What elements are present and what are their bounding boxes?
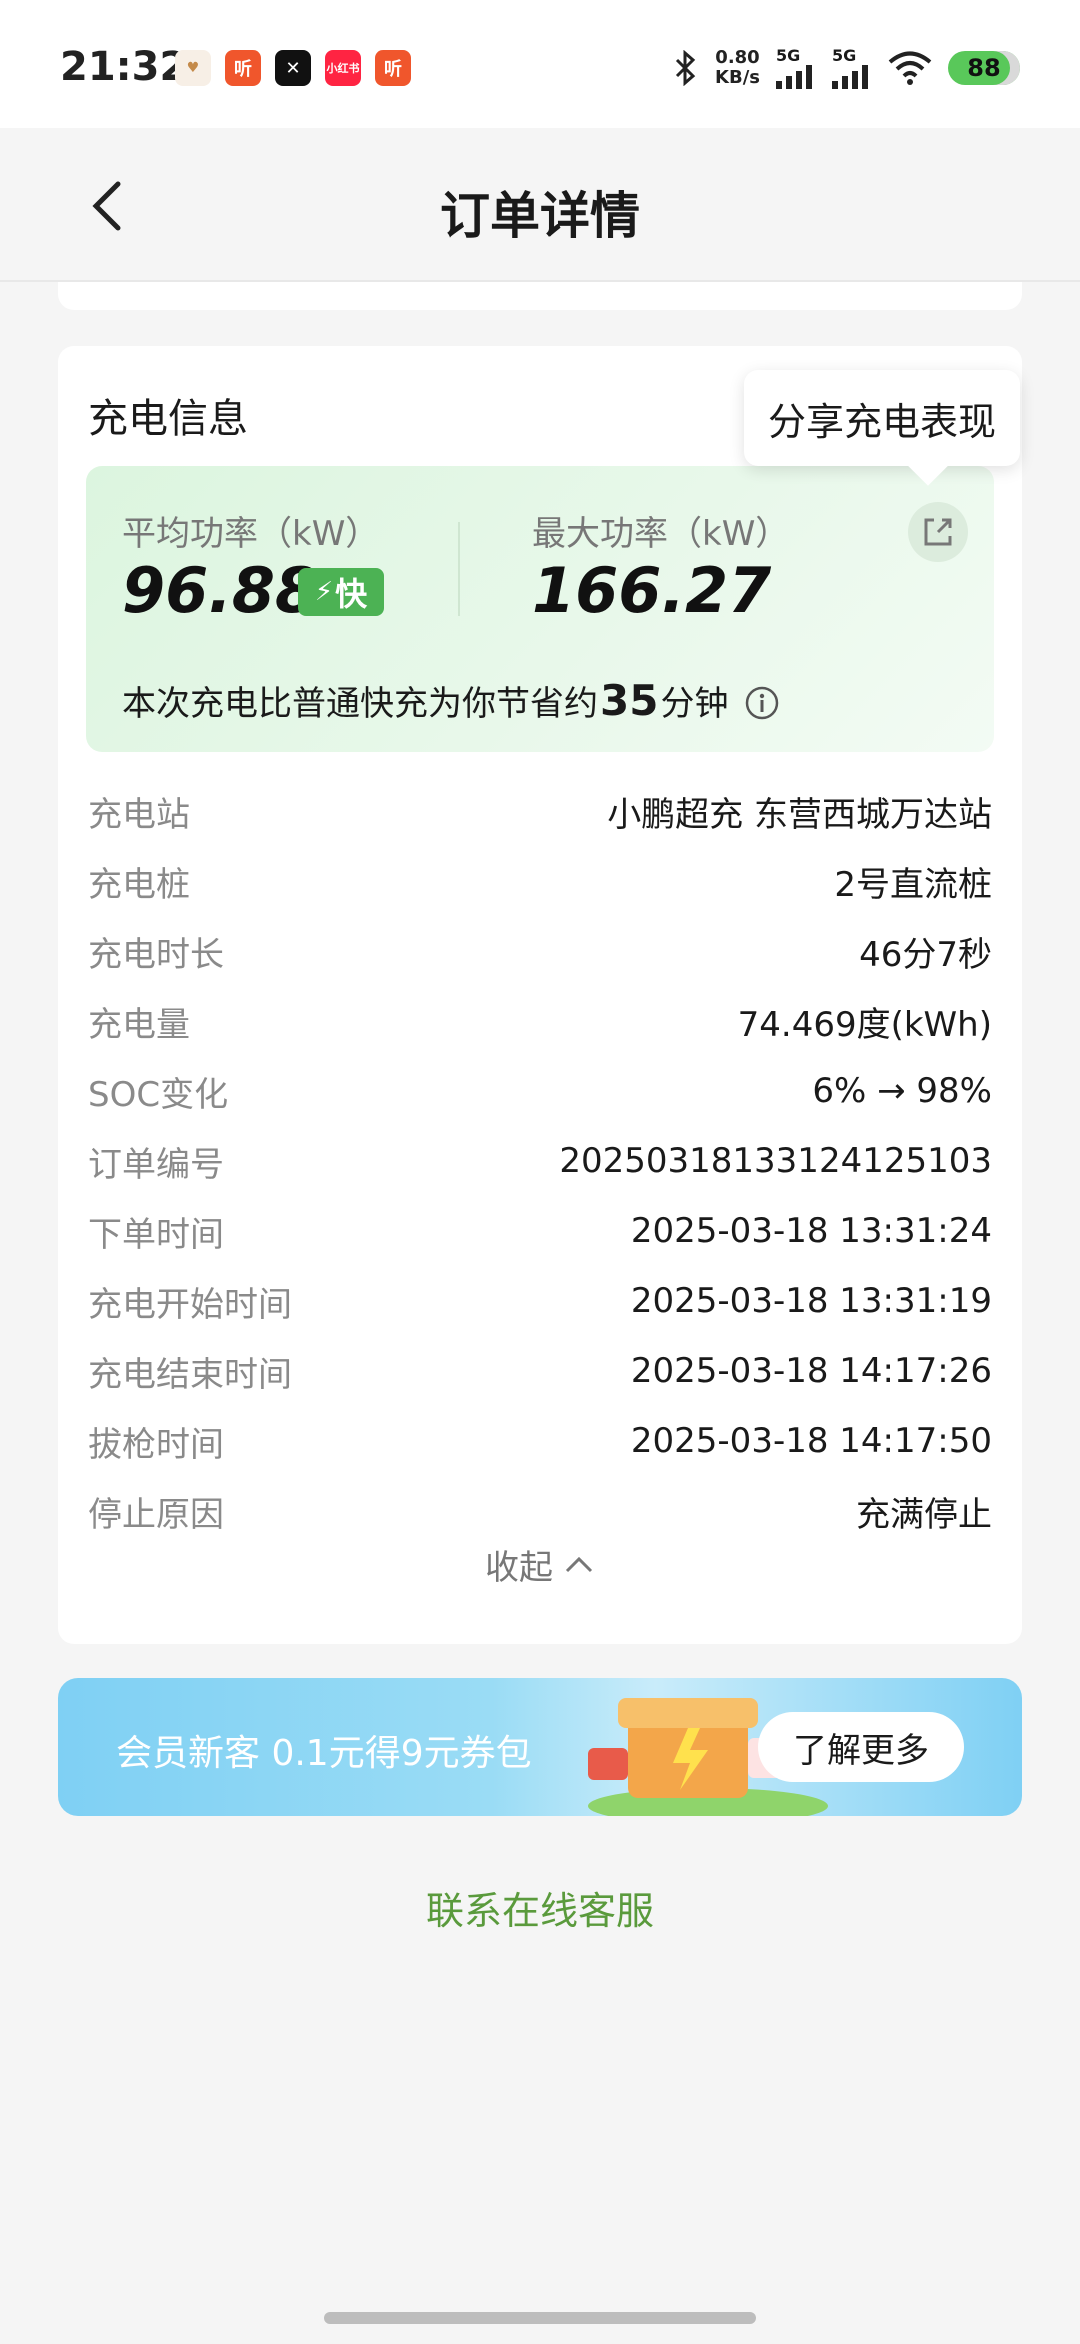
xiaohongshu-icon: 小红书 bbox=[325, 50, 361, 86]
info-icon[interactable] bbox=[744, 685, 780, 721]
status-bar: 21:32 ♥ 听 ✕ 小红书 听 0.80 KB/s 5G 5G 88 bbox=[0, 0, 1080, 128]
avg-power-label: 平均功率（kW） bbox=[122, 514, 380, 554]
detail-row-order-time: 下单时间 2025-03-18 13:31:24 bbox=[88, 1196, 992, 1266]
detail-row-duration: 充电时长 46分7秒 bbox=[88, 916, 992, 986]
detail-label: 下单时间 bbox=[88, 1214, 224, 1255]
previous-card-edge bbox=[58, 282, 1022, 310]
detail-row-station: 充电站 小鹏超充 东营西城万达站 bbox=[88, 776, 992, 846]
detail-row-soc: SOC变化 6% → 98% bbox=[88, 1056, 992, 1126]
wifi-icon bbox=[888, 51, 932, 85]
detail-row-end-time: 充电结束时间 2025-03-18 14:17:26 bbox=[88, 1336, 992, 1406]
learn-more-button[interactable]: 了解更多 bbox=[758, 1712, 964, 1782]
section-title: 充电信息 bbox=[88, 396, 248, 442]
detail-value: 2025-03-18 14:17:26 bbox=[630, 1351, 992, 1391]
detail-value: 小鹏超充 东营西城万达站 bbox=[607, 794, 992, 835]
detail-label: 充电时长 bbox=[88, 934, 224, 975]
max-power-label: 最大功率（kW） bbox=[532, 514, 790, 554]
detail-label: 订单编号 bbox=[88, 1144, 224, 1185]
network-speed: 0.80 KB/s bbox=[715, 46, 760, 88]
notification-icons: ♥ 听 ✕ 小红书 听 bbox=[175, 50, 411, 86]
page-title: 订单详情 bbox=[440, 187, 640, 245]
detail-label: SOC变化 bbox=[88, 1074, 229, 1115]
detail-label: 充电量 bbox=[88, 1004, 190, 1045]
detail-label: 充电桩 bbox=[88, 864, 190, 905]
detail-row-stop-reason: 停止原因 充满停止 bbox=[88, 1476, 992, 1546]
detail-row-energy: 充电量 74.469度(kWh) bbox=[88, 986, 992, 1056]
detail-row-order-id: 订单编号 20250318133124125103 bbox=[88, 1126, 992, 1196]
signal-2-label: 5G bbox=[832, 46, 857, 65]
collapse-label: 收起 bbox=[485, 1548, 553, 1588]
listen-app-icon-2: 听 bbox=[375, 50, 411, 86]
app-notification-icon: ♥ bbox=[175, 50, 211, 86]
promo-banner[interactable]: 会员新客 0.1元得9元券包 了解更多 bbox=[58, 1678, 1022, 1816]
bluetooth-icon bbox=[675, 49, 696, 86]
power-panel: 平均功率（kW） 96.88 ⚡ 快 最大功率（kW） 166.27 本次充电比… bbox=[86, 466, 994, 752]
detail-row-unplug-time: 拔枪时间 2025-03-18 14:17:50 bbox=[88, 1406, 992, 1476]
avg-power-value: 96.88 bbox=[122, 554, 319, 627]
status-indicators: 0.80 KB/s 5G 5G 88 bbox=[673, 46, 1020, 89]
fast-badge-label: 快 bbox=[335, 575, 368, 613]
detail-value: 2号直流桩 bbox=[834, 864, 992, 905]
detail-value: 6% → 98% bbox=[812, 1071, 992, 1111]
saving-suffix: 分钟 bbox=[660, 684, 729, 724]
signal-1: 5G bbox=[776, 46, 816, 89]
signal-1-label: 5G bbox=[776, 46, 801, 65]
saving-prefix: 本次充电比普通快充为你节省约 bbox=[122, 684, 598, 724]
x-app-icon: ✕ bbox=[275, 50, 311, 86]
status-time: 21:32 bbox=[60, 44, 188, 90]
detail-value: 46分7秒 bbox=[859, 934, 992, 975]
detail-value: 2025-03-18 13:31:19 bbox=[630, 1281, 992, 1321]
collapse-button[interactable]: 收起 bbox=[58, 1540, 1022, 1589]
detail-label: 充电站 bbox=[88, 794, 190, 835]
promo-text: 会员新客 0.1元得9元券包 bbox=[116, 1733, 532, 1774]
saving-text: 本次充电比普通快充为你节省约 35 分钟 bbox=[122, 676, 780, 725]
detail-row-pile: 充电桩 2号直流桩 bbox=[88, 846, 992, 916]
chevron-up-icon bbox=[565, 1556, 593, 1572]
signal-2: 5G bbox=[832, 46, 872, 89]
home-indicator[interactable] bbox=[324, 2312, 756, 2324]
detail-label: 充电结束时间 bbox=[88, 1354, 292, 1395]
detail-value: 充满停止 bbox=[856, 1494, 992, 1535]
detail-value: 20250318133124125103 bbox=[559, 1141, 992, 1181]
lightning-icon: ⚡ bbox=[314, 577, 334, 607]
detail-value: 74.469度(kWh) bbox=[737, 1004, 992, 1045]
header: 订单详情 bbox=[0, 128, 1080, 282]
share-icon bbox=[924, 518, 952, 546]
detail-label: 拔枪时间 bbox=[88, 1424, 224, 1465]
share-button[interactable] bbox=[908, 502, 968, 562]
saving-minutes: 35 bbox=[600, 676, 659, 725]
share-tooltip[interactable]: 分享充电表现 bbox=[744, 370, 1020, 466]
net-speed-value: 0.80 bbox=[715, 46, 760, 68]
contact-service-link[interactable]: 联系在线客服 bbox=[0, 1880, 1080, 1935]
detail-value: 2025-03-18 14:17:50 bbox=[630, 1421, 992, 1461]
detail-label: 充电开始时间 bbox=[88, 1284, 292, 1325]
max-power-value: 166.27 bbox=[532, 554, 772, 627]
detail-row-start-time: 充电开始时间 2025-03-18 13:31:19 bbox=[88, 1266, 992, 1336]
net-speed-unit: KB/s bbox=[715, 66, 760, 88]
charge-info-card: 充电信息 平均功率（kW） 96.88 ⚡ 快 最大功率（kW） 166.27 … bbox=[58, 346, 1022, 1644]
signal-bars-icon bbox=[776, 65, 812, 89]
listen-app-icon: 听 bbox=[225, 50, 261, 86]
fast-badge: ⚡ 快 bbox=[298, 568, 384, 616]
detail-label: 停止原因 bbox=[88, 1494, 224, 1535]
battery-indicator: 88 bbox=[948, 50, 1020, 85]
signal-bars-icon bbox=[832, 65, 868, 89]
divider bbox=[458, 522, 460, 616]
details-list: 充电站 小鹏超充 东营西城万达站 充电桩 2号直流桩 充电时长 46分7秒 充电… bbox=[88, 776, 992, 1546]
detail-value: 2025-03-18 13:31:24 bbox=[630, 1211, 992, 1251]
